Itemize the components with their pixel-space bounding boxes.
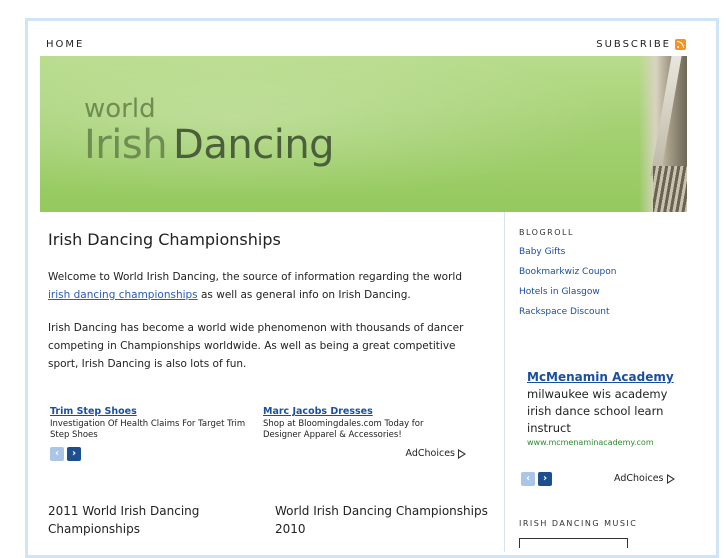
blogroll-link[interactable]: Bookmarkwiz Coupon (519, 262, 689, 282)
subscribe-label[interactable]: SUBSCRIBE (596, 39, 671, 50)
ad-item[interactable]: Marc Jacobs Dresses Shop at Bloomingdale… (263, 406, 463, 441)
adchoices-label[interactable]: AdChoices (406, 448, 456, 459)
sidebar-ad-url[interactable]: www.mcmenaminacademy.com (527, 438, 677, 447)
chevron-left-icon[interactable]: ‹ (50, 447, 64, 461)
column-divider (504, 212, 505, 552)
intro-text-end: as well as general info on Irish Dancing… (197, 289, 411, 301)
blogroll-link[interactable]: Rackspace Discount (519, 302, 689, 322)
ad-unit-main: Trim Step Shoes Investigation Of Health … (48, 406, 478, 466)
page-title: Irish Dancing Championships (48, 230, 281, 249)
ad-pager: ‹ › (50, 447, 81, 461)
blogroll-heading: Blogroll (519, 228, 574, 237)
music-heading: Irish Dancing Music (519, 519, 638, 528)
ad-title-link[interactable]: Trim Step Shoes (50, 406, 250, 417)
chevron-right-icon[interactable]: › (67, 447, 81, 461)
sidebar-ad[interactable]: McMenamin Academy milwaukee wis academy … (527, 370, 677, 447)
top-nav: HOME SUBSCRIBE (40, 39, 688, 53)
nav-home-link[interactable]: HOME (46, 39, 84, 50)
music-widget-box[interactable] (519, 538, 628, 548)
ad-item[interactable]: Trim Step Shoes Investigation Of Health … (50, 406, 250, 441)
post-title-link[interactable]: World Irish Dancing Championships 2010 (275, 502, 490, 538)
chevron-right-icon[interactable]: › (538, 472, 552, 486)
sidebar: Blogroll Baby Gifts Bookmarkwiz Coupon H… (519, 228, 689, 322)
logo-world-text: world (84, 94, 156, 124)
rss-feed-icon[interactable] (675, 39, 686, 50)
main-content: Irish Dancing Championships (48, 230, 478, 249)
blogroll-link[interactable]: Baby Gifts (519, 242, 689, 262)
adchoices-link[interactable]: AdChoices (406, 448, 466, 459)
logo-title: Irish Dancing (84, 122, 335, 168)
irish-dancing-championships-link[interactable]: irish dancing championships (48, 289, 198, 301)
sidebar-ad-description: milwaukee wis academy irish dance school… (527, 387, 668, 435)
sidebar-ad-pager: ‹ › (521, 472, 552, 486)
adchoices-icon[interactable] (458, 448, 466, 459)
ad-title-link[interactable]: Marc Jacobs Dresses (263, 406, 463, 417)
site-banner[interactable]: world Irish Dancing (40, 56, 687, 212)
banner-photo (639, 56, 687, 212)
subscribe-link[interactable]: SUBSCRIBE (596, 39, 686, 50)
adchoices-icon[interactable] (666, 473, 675, 484)
adchoices-label[interactable]: AdChoices (614, 473, 664, 484)
logo-dancing-text: Dancing (173, 122, 335, 168)
ad-description: Investigation Of Health Claims For Targe… (50, 419, 246, 440)
intro-text-start: Welcome to World Irish Dancing, the sour… (48, 271, 462, 283)
blogroll-list: Baby Gifts Bookmarkwiz Coupon Hotels in … (519, 242, 689, 322)
intro-paragraph: Welcome to World Irish Dancing, the sour… (48, 268, 478, 304)
logo-irish-text: Irish (84, 122, 168, 168)
post-title-link[interactable]: 2011 World Irish Dancing Championships (48, 502, 248, 538)
sidebar-ad-title[interactable]: McMenamin Academy (527, 370, 677, 384)
chevron-left-icon[interactable]: ‹ (521, 472, 535, 486)
ad-description: Shop at Bloomingdales.com Today for Desi… (263, 419, 424, 440)
body-paragraph: Irish Dancing has become a world wide ph… (48, 322, 464, 370)
blogroll-link[interactable]: Hotels in Glasgow (519, 282, 689, 302)
sidebar-adchoices-link[interactable]: AdChoices (614, 473, 675, 484)
